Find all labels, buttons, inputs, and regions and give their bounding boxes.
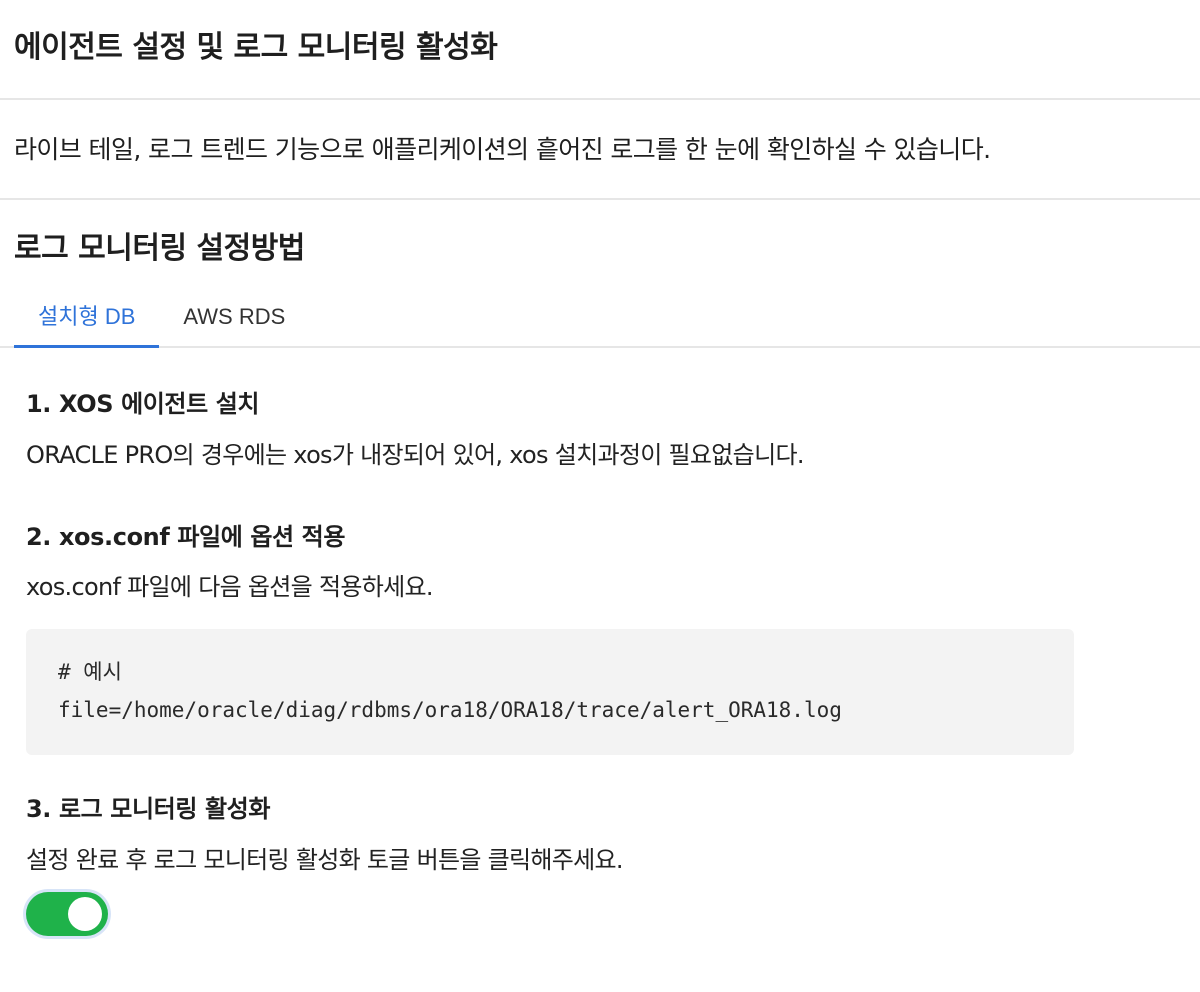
- code-block: # 예시 file=/home/oracle/diag/rdbms/ora18/…: [26, 629, 1074, 755]
- step-title: 3. 로그 모니터링 활성화: [26, 795, 271, 823]
- step-title: 1. XOS 에이전트 설치: [26, 390, 260, 418]
- log-monitoring-setup-section: 로그 모니터링 설정방법 설치형 DB AWS RDS 1. XOS 에이전트 …: [0, 200, 1200, 936]
- step-description: 설정 완료 후 로그 모니터링 활성화 토글 버튼을 클릭해주세요.: [26, 846, 624, 874]
- steps-container: 1. XOS 에이전트 설치 ORACLE PRO의 경우에는 xos가 내장되…: [0, 384, 1200, 936]
- step-enable-monitoring: 3. 로그 모니터링 활성화 설정 완료 후 로그 모니터링 활성화 토글 버튼…: [26, 789, 1174, 936]
- setup-tabs: 설치형 DB AWS RDS: [0, 290, 1200, 348]
- page-header: 에이전트 설정 및 로그 모니터링 활성화: [0, 0, 1200, 100]
- tab-aws-rds[interactable]: AWS RDS: [159, 290, 309, 348]
- intro-section: 라이브 테일, 로그 트렌드 기능으로 애플리케이션의 흩어진 로그를 한 눈에…: [0, 100, 1200, 200]
- step-description: ORACLE PRO의 경우에는 xos가 내장되어 있어, xos 설치과정이…: [26, 441, 804, 469]
- tab-installed-db[interactable]: 설치형 DB: [14, 290, 160, 348]
- step-description: xos.conf 파일에 다음 옵션을 적용하세요.: [26, 573, 434, 601]
- section-title: 로그 모니터링 설정방법: [14, 231, 305, 266]
- page-title: 에이전트 설정 및 로그 모니터링 활성화: [14, 30, 498, 65]
- toggle-knob: [68, 897, 102, 931]
- step-install-agent: 1. XOS 에이전트 설치 ORACLE PRO의 경우에는 xos가 내장되…: [26, 384, 1174, 475]
- step-apply-options: 2. xos.conf 파일에 옵션 적용 xos.conf 파일에 다음 옵션…: [26, 517, 1174, 755]
- intro-text: 라이브 테일, 로그 트렌드 기능으로 애플리케이션의 흩어진 로그를 한 눈에…: [14, 135, 991, 164]
- code-config-line: file=/home/oracle/diag/rdbms/ora18/ORA18…: [58, 698, 842, 722]
- code-comment-line: # 예시: [58, 660, 122, 684]
- step-title: 2. xos.conf 파일에 옵션 적용: [26, 523, 346, 551]
- log-monitoring-toggle[interactable]: [26, 892, 108, 936]
